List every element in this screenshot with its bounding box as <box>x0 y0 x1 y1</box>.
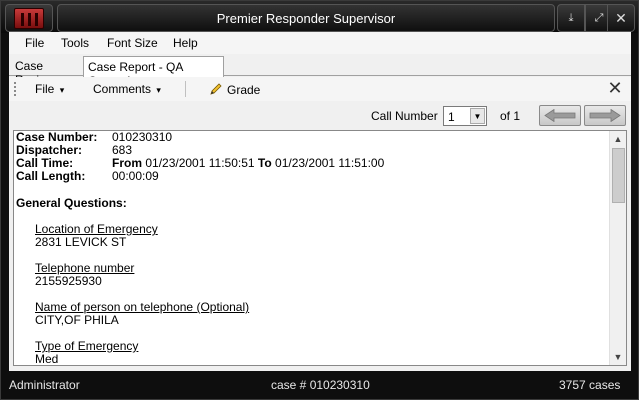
question-item: Name of person on telephone (Optional) C… <box>35 301 608 327</box>
question-answer: 2831 LEVICK ST <box>35 235 127 249</box>
toolbar-comments-button[interactable]: Comments ▾ <box>93 82 161 96</box>
grade-button[interactable]: Grade <box>209 82 260 97</box>
menu-bar: File Tools Font Size Help <box>9 32 631 54</box>
window-title: Premier Responder Supervisor <box>216 11 396 26</box>
vertical-scrollbar[interactable]: ▲ ▼ <box>609 131 626 365</box>
minimize-button[interactable]: ⤓ <box>557 4 585 32</box>
question-label: Type of Emergency <box>35 339 139 353</box>
scroll-up-icon[interactable]: ▲ <box>610 131 626 147</box>
status-count: 3757 cases <box>559 378 621 392</box>
toolbar-separator <box>185 81 186 97</box>
close-tab-button[interactable]: ✕ <box>605 79 625 99</box>
toolbar: File ▾ Comments ▾ Grade ✕ <box>9 77 631 101</box>
status-case: case # 010230310 <box>271 378 370 392</box>
question-answer: Med <box>35 352 59 366</box>
call-length-label: Call Length: <box>16 169 86 183</box>
menu-tools[interactable]: Tools <box>61 36 89 50</box>
call-number-label: Call Number <box>371 109 438 123</box>
general-questions-title: General Questions: <box>16 196 127 210</box>
app-window: Premier Responder Supervisor ⤓ ⤢ ✕ File … <box>0 0 639 400</box>
question-item: Telephone number 2155925930 <box>35 262 608 288</box>
arrow-right-icon <box>589 109 621 122</box>
next-call-button[interactable] <box>584 105 626 126</box>
question-answer: 2155925930 <box>35 274 102 288</box>
grade-label: Grade <box>227 83 261 97</box>
client-area: File Tools Font Size Help Case Review Ca… <box>9 32 631 371</box>
call-time-from: 01/23/2001 11:50:51 <box>145 156 255 170</box>
case-report: Case Number: 010230310 Dispatcher: 683 C… <box>16 131 608 366</box>
call-navigation-bar: Call Number 1 ▼ of 1 <box>9 101 631 129</box>
question-item: Type of Emergency Med <box>35 340 608 366</box>
title-bar: Premier Responder Supervisor ⤓ ⤢ ✕ <box>1 1 638 33</box>
call-time-row: Call Time: From 01/23/2001 11:50:51 To 0… <box>16 157 608 170</box>
tab-case-report[interactable]: Case Report - QA Cases 1 <box>83 56 224 88</box>
question-label: Name of person on telephone (Optional) <box>35 300 250 314</box>
case-number-row: Case Number: 010230310 <box>16 131 608 144</box>
question-item: Location of Emergency 2831 LEVICK ST <box>35 223 608 249</box>
app-icon[interactable] <box>5 4 53 32</box>
tab-strip: Case Review Case Report - QA Cases 1 <box>9 54 631 88</box>
call-total: of 1 <box>500 109 521 123</box>
toolbar-comments-label: Comments <box>93 82 152 96</box>
close-window-button[interactable]: ✕ <box>607 4 635 32</box>
question-label: Telephone number <box>35 261 135 275</box>
question-answer: CITY,OF PHILA <box>35 313 119 327</box>
scroll-down-icon[interactable]: ▼ <box>610 349 626 365</box>
case-report-panel[interactable]: Case Number: 010230310 Dispatcher: 683 C… <box>13 130 627 366</box>
scrollbar-thumb[interactable] <box>612 148 625 203</box>
call-length-value: 00:00:09 <box>112 169 159 183</box>
call-length-row: Call Length: 00:00:09 <box>16 170 608 183</box>
tab-case-review[interactable]: Case Review <box>11 56 83 87</box>
toolbar-file-button[interactable]: File ▾ <box>35 82 64 96</box>
previous-call-button[interactable] <box>539 105 581 126</box>
menu-file[interactable]: File <box>25 36 44 50</box>
pencil-icon <box>210 83 222 95</box>
chevron-down-icon: ▾ <box>156 85 161 95</box>
call-number-select[interactable]: 1 ▼ <box>443 106 487 126</box>
chevron-down-icon[interactable]: ▼ <box>470 108 485 124</box>
call-number-value: 1 <box>448 110 455 124</box>
menu-help[interactable]: Help <box>173 36 198 50</box>
arrow-left-icon <box>544 109 576 122</box>
title-box: Premier Responder Supervisor <box>57 4 555 32</box>
app-logo-icon <box>14 8 44 29</box>
status-user: Administrator <box>9 378 80 392</box>
to-word: To <box>257 156 272 170</box>
toolbar-grip[interactable] <box>14 82 16 96</box>
status-bar: Administrator case # 010230310 3757 case… <box>1 372 638 399</box>
menu-font-size[interactable]: Font Size <box>107 36 158 50</box>
call-time-to: 01/23/2001 11:51:00 <box>275 156 385 170</box>
from-word: From <box>112 156 142 170</box>
toolbar-file-label: File <box>35 82 55 96</box>
chevron-down-icon: ▾ <box>59 85 65 95</box>
